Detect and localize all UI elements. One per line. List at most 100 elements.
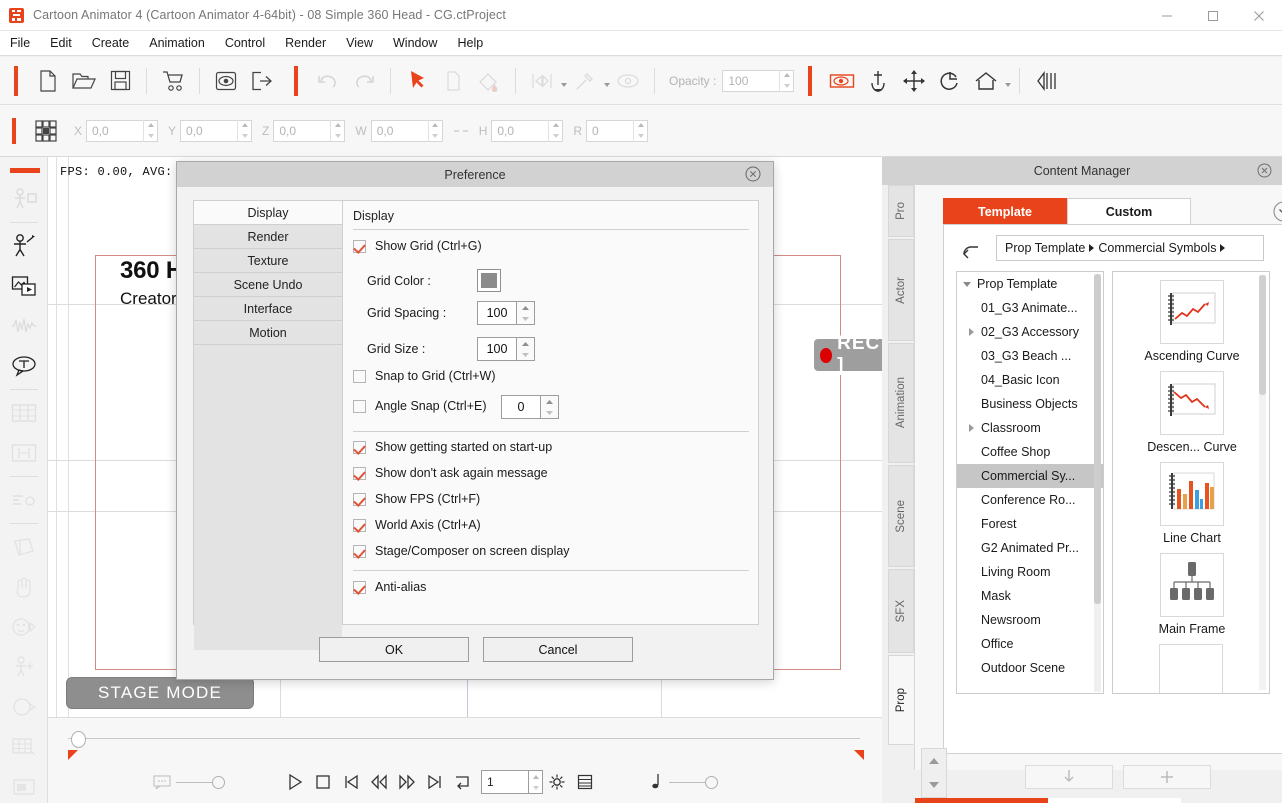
add-button[interactable] [1123, 765, 1211, 789]
category-display[interactable]: Display [194, 201, 342, 225]
tree-item-office[interactable]: Office [957, 632, 1103, 656]
copy-icon[interactable] [438, 66, 468, 96]
home-icon[interactable] [971, 66, 1001, 96]
tree-item-business-objects[interactable]: Business Objects [957, 392, 1103, 416]
tab-custom[interactable]: Custom [1067, 198, 1191, 225]
tree-item-commercial-symbols[interactable]: Commercial Sy... [957, 464, 1103, 488]
z-input[interactable]: 0,0 [273, 120, 345, 142]
anti-alias-checkbox[interactable] [353, 581, 366, 594]
maximize-button[interactable] [1190, 0, 1236, 31]
rail-character-composer-icon[interactable] [0, 179, 48, 219]
rewind-button[interactable] [365, 768, 393, 796]
rotate-icon[interactable] [935, 66, 965, 96]
world-axis-checkbox[interactable] [353, 519, 366, 532]
rail-hand-icon[interactable] [0, 567, 48, 607]
menu-control[interactable]: Control [215, 31, 275, 56]
menu-window[interactable]: Window [383, 31, 447, 56]
asset-grid[interactable]: Ascending Curve Descen... Curve [1112, 271, 1270, 694]
category-texture[interactable]: Texture [194, 249, 342, 273]
tree-item-g3-animate[interactable]: 01_G3 Animate... [957, 296, 1103, 320]
vtab-sfx[interactable]: SFX [888, 569, 914, 653]
audio-slider-track[interactable] [669, 782, 705, 783]
vtab-animation[interactable]: Animation [888, 343, 914, 463]
home-dropdown-caret-icon[interactable] [1005, 83, 1011, 87]
chevron-right-icon[interactable] [969, 424, 974, 432]
category-tree[interactable]: Prop Template 01_G3 Animate... 02_G3 Acc… [956, 271, 1104, 694]
menu-animation[interactable]: Animation [139, 31, 215, 56]
bubble-slider-knob[interactable] [212, 776, 225, 789]
y-input[interactable]: 0,0 [180, 120, 252, 142]
show-getting-started-row[interactable]: Show getting started on start-up [353, 440, 552, 454]
undo-icon[interactable] [313, 66, 343, 96]
align-icon[interactable] [1031, 66, 1061, 96]
grid-spacing-value[interactable]: 100 [477, 301, 517, 325]
speech-bubble-icon[interactable] [148, 768, 176, 796]
stop-button[interactable] [309, 768, 337, 796]
tree-item-forest[interactable]: Forest [957, 512, 1103, 536]
rail-deform-icon[interactable] [0, 527, 48, 567]
stage-composer-osd-checkbox[interactable] [353, 545, 366, 558]
rail-scene-icon[interactable] [0, 767, 48, 803]
timeline-range-end-marker[interactable] [854, 750, 864, 760]
chain-link-icon[interactable] [446, 116, 476, 146]
save-icon[interactable] [105, 66, 135, 96]
select-arrow-icon[interactable] [402, 66, 432, 96]
rail-puppet-icon[interactable] [0, 647, 48, 687]
anchor-grid-icon[interactable] [31, 116, 61, 146]
redo-icon[interactable] [349, 66, 379, 96]
tree-item-g3-beach[interactable]: 03_G3 Beach ... [957, 344, 1103, 368]
flip-dropdown-caret-icon[interactable] [561, 83, 567, 87]
open-folder-icon[interactable] [69, 66, 99, 96]
grid-size-value[interactable]: 100 [477, 337, 517, 361]
x-spinner[interactable] [143, 120, 157, 142]
angle-snap-checkbox[interactable] [353, 400, 366, 413]
show-fps-checkbox[interactable] [353, 493, 366, 506]
eyedropper-icon[interactable] [570, 66, 600, 96]
angle-snap-row[interactable]: Angle Snap (Ctrl+E) [353, 399, 487, 413]
category-render[interactable]: Render [194, 225, 342, 249]
menu-render[interactable]: Render [275, 31, 336, 56]
close-button[interactable] [1236, 0, 1282, 31]
w-spinner[interactable] [428, 120, 442, 142]
h-spinner[interactable] [548, 120, 562, 142]
new-file-icon[interactable] [33, 66, 63, 96]
menu-create[interactable]: Create [82, 31, 140, 56]
play-button[interactable] [281, 768, 309, 796]
breadcrumb[interactable]: Prop Template Commercial Symbols [996, 235, 1264, 261]
menu-edit[interactable]: Edit [40, 31, 82, 56]
chevron-down-icon[interactable] [963, 282, 971, 287]
category-scene-undo[interactable]: Scene Undo [194, 273, 342, 297]
show-grid-row[interactable]: Show Grid (Ctrl+G) [353, 239, 482, 253]
bottom-tab-content-manager[interactable]: Content Manager [915, 798, 1048, 803]
paint-bucket-icon[interactable] [474, 66, 504, 96]
show-grid-checkbox[interactable] [353, 240, 366, 253]
next-key-button[interactable] [421, 768, 449, 796]
preview-icon[interactable] [211, 66, 241, 96]
asset-item-line-chart[interactable]: Line Chart [1113, 454, 1270, 545]
r-input[interactable]: 0 [586, 120, 648, 142]
menu-view[interactable]: View [336, 31, 383, 56]
tree-item-newsroom[interactable]: Newsroom [957, 608, 1103, 632]
stage-composer-osd-row[interactable]: Stage/Composer on screen display [353, 544, 570, 558]
grid-color-swatch[interactable] [477, 269, 501, 292]
rail-motion-key-icon[interactable] [0, 480, 48, 520]
tree-item-g3-accessory[interactable]: 02_G3 Accessory [957, 320, 1103, 344]
move-icon[interactable] [899, 66, 929, 96]
cart-icon[interactable] [158, 66, 188, 96]
cancel-button[interactable]: Cancel [483, 637, 633, 662]
current-frame-input[interactable]: 1 [481, 770, 543, 794]
show-getting-started-checkbox[interactable] [353, 441, 366, 454]
minimize-button[interactable] [1144, 0, 1190, 31]
rail-face-icon[interactable] [0, 607, 48, 647]
rail-bone-icon[interactable] [0, 433, 48, 473]
tree-item-basic-icon[interactable]: 04_Basic Icon [957, 368, 1103, 392]
angle-snap-value[interactable]: 0 [501, 395, 541, 419]
tree-item-classroom[interactable]: Classroom [957, 416, 1103, 440]
tree-item-mask[interactable]: Mask [957, 584, 1103, 608]
anti-alias-row[interactable]: Anti-alias [353, 580, 426, 594]
rail-actor-icon[interactable] [0, 226, 48, 266]
show-dont-ask-again-checkbox[interactable] [353, 467, 366, 480]
asset-thumbnail-partial[interactable] [1159, 644, 1223, 694]
settings-gear-icon[interactable] [543, 768, 571, 796]
menu-file[interactable]: File [0, 31, 40, 56]
